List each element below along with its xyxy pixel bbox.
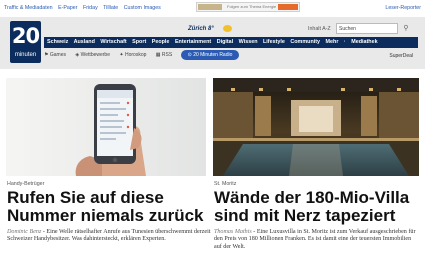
- article-teaser: Dominic Benz - Eine Welle rätselhafter A…: [7, 229, 212, 244]
- article-kicker: Handy-Betrüger: [7, 181, 45, 187]
- radio-button[interactable]: ⊙ 20 Minuten Radio: [181, 50, 239, 60]
- logo-number: 20: [11, 24, 40, 48]
- sun-icon: [223, 25, 232, 32]
- nav-item-digital[interactable]: Digital: [217, 39, 233, 45]
- nav-item-sport[interactable]: Sport: [132, 39, 146, 45]
- nav-item-wirtschaft[interactable]: Wirtschaft: [100, 39, 126, 45]
- subnav-label-rss: RSS: [161, 52, 173, 58]
- article-kicker: St. Moritz: [214, 181, 237, 187]
- subnav-item-games[interactable]: ⚑ Games: [44, 52, 70, 58]
- top-link-epaper[interactable]: E-Paper: [58, 5, 77, 11]
- site-header: 20 minuten Zürich 8° Inhalt A-Z ⚲ Schwei…: [0, 17, 425, 69]
- nav-item-wissen[interactable]: Wissen: [239, 39, 258, 45]
- nav-item-ausland[interactable]: Ausland: [74, 39, 95, 45]
- subnav-label-wettbewerbe: Wettbewerbe: [80, 52, 110, 58]
- article-title[interactable]: Rufen Sie auf diese Nummer niemals zurüc…: [7, 189, 213, 225]
- search-input[interactable]: [336, 23, 398, 34]
- subnav-label-horoskop: Horoskop: [124, 52, 147, 58]
- top-links: Traffic & Mediadaten E-Paper Friday Till…: [4, 5, 165, 11]
- top-link-custom-images[interactable]: Custom Images: [124, 5, 161, 11]
- subnav-item-horoskop[interactable]: ✦ Horoskop: [119, 52, 150, 58]
- ad-text: Folgen zum Thema Energie: [227, 4, 277, 9]
- nav-item-lifestyle[interactable]: Lifestyle: [263, 39, 285, 45]
- subnav-label-games: Games: [49, 52, 66, 58]
- article-author: Thomas Mathis: [214, 229, 252, 235]
- sub-navigation: ⚑ Games ◈ Wettbewerbe ✦ Horoskop ▦ RSS: [44, 52, 180, 58]
- main-navigation: Schweiz Ausland Wirtschaft Sport People …: [44, 37, 418, 48]
- az-index-link[interactable]: Inhalt A-Z: [308, 26, 331, 32]
- subnav-item-rss[interactable]: ▦ RSS: [156, 52, 176, 58]
- article-author: Dominic Benz: [7, 229, 42, 235]
- article-image-phone[interactable]: [6, 78, 206, 176]
- nav-item-community[interactable]: Community: [290, 39, 320, 45]
- nav-item-entertainment[interactable]: Entertainment: [175, 39, 211, 45]
- radio-label: 20 Minuten Radio: [193, 52, 233, 58]
- villa-photo: [213, 78, 419, 176]
- nav-item-schweiz[interactable]: Schweiz: [47, 39, 68, 45]
- top-link-traffic[interactable]: Traffic & Mediadaten: [4, 5, 53, 11]
- play-icon: ⊙: [187, 52, 192, 58]
- site-logo[interactable]: 20 minuten: [10, 21, 41, 63]
- logo-word: minuten: [14, 52, 37, 58]
- subnav-item-wettbewerbe[interactable]: ◈ Wettbewerbe: [75, 52, 114, 58]
- top-ad-banner[interactable]: Folgen zum Thema Energie: [196, 2, 300, 12]
- nav-item-mediathek[interactable]: Mediathek: [351, 39, 377, 45]
- article-title[interactable]: Wände der 180-Mio-Villa sind mit Nerz ta…: [214, 189, 420, 225]
- ad-badge: [278, 4, 298, 10]
- nav-separator: ·: [343, 39, 346, 45]
- top-link-tilllate[interactable]: Tilllate: [103, 5, 118, 11]
- reader-reporter-link[interactable]: Leser-Reporter: [385, 5, 421, 11]
- article-teaser: Thomas Mathis - Eine Luxusvilla in St. M…: [214, 229, 419, 251]
- weather-city[interactable]: Zürich 8°: [188, 26, 214, 32]
- nav-item-mehr[interactable]: Mehr: [326, 39, 339, 45]
- article-image-villa[interactable]: [213, 78, 419, 176]
- phone-photo: [6, 78, 206, 176]
- ad-image: [198, 4, 222, 10]
- top-link-friday[interactable]: Friday: [83, 5, 98, 11]
- search-icon[interactable]: ⚲: [401, 24, 411, 33]
- nav-item-people[interactable]: People: [152, 39, 170, 45]
- superdeal-link[interactable]: SuperDeal: [389, 53, 413, 59]
